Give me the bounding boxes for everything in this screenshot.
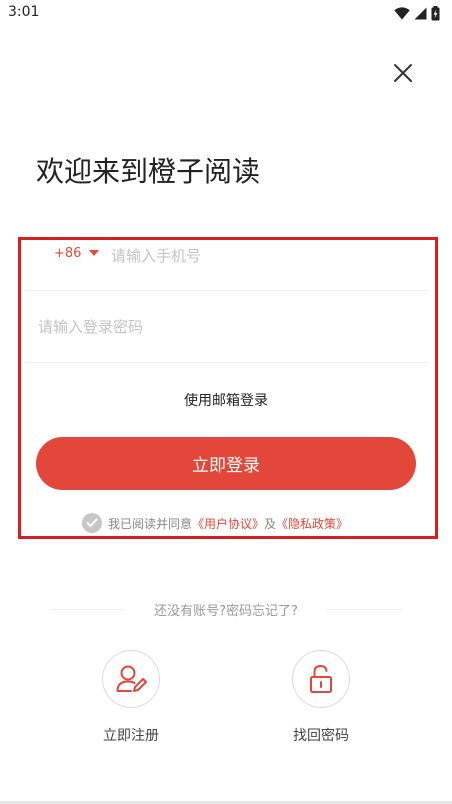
caret-down-icon <box>89 249 100 256</box>
password-divider <box>24 362 428 363</box>
page-title: 欢迎来到橙子阅读 <box>36 155 261 188</box>
privacy-policy-link[interactable]: 《隐私政策》 <box>276 515 348 532</box>
battery-icon <box>431 6 440 21</box>
login-button[interactable]: 立即登录 <box>36 437 416 490</box>
agreement-prefix: 我已阅读并同意 <box>108 516 193 531</box>
help-divider-right <box>327 609 402 610</box>
email-login-link[interactable]: 使用邮箱登录 <box>0 390 452 410</box>
agreement-and: 及 <box>264 516 277 531</box>
find-password-icon-circle <box>292 650 350 708</box>
check-icon <box>86 518 98 527</box>
status-time: 3:01 <box>8 4 40 20</box>
country-code-label: +86 <box>54 246 82 261</box>
phone-divider <box>24 290 428 291</box>
user-edit-icon <box>116 665 147 692</box>
agreement-checkbox[interactable] <box>82 513 102 533</box>
phone-input[interactable] <box>109 240 413 272</box>
agreement-row: 我已阅读并同意 《用户协议》 及 《隐私政策》 <box>82 512 348 534</box>
register-icon-circle <box>102 650 160 708</box>
country-code-selector[interactable]: +86 <box>54 246 100 261</box>
close-button[interactable] <box>388 58 418 88</box>
unlock-icon <box>310 664 332 693</box>
find-password-label: 找回密码 <box>293 728 349 744</box>
close-icon <box>394 64 412 82</box>
phone-row: +86 <box>54 240 429 290</box>
wifi-icon <box>394 7 410 20</box>
register-action[interactable]: 立即注册 <box>71 650 191 745</box>
password-input[interactable] <box>36 311 420 343</box>
status-icons <box>394 6 440 21</box>
signal-icon <box>414 7 427 20</box>
find-password-action[interactable]: 找回密码 <box>261 650 381 745</box>
status-bar: 3:01 <box>0 0 452 26</box>
register-label: 立即注册 <box>103 728 159 744</box>
user-agreement-link[interactable]: 《用户协议》 <box>192 515 264 532</box>
